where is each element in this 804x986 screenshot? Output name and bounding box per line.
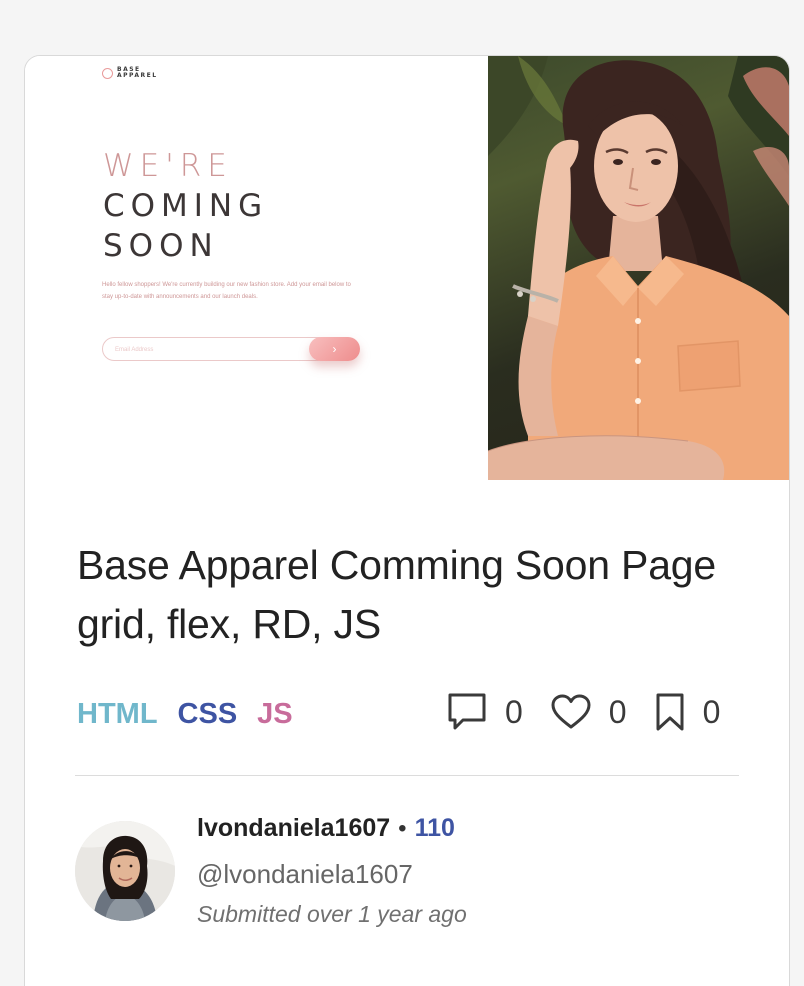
author-handle[interactable]: @lvondaniela1607 bbox=[197, 859, 413, 890]
preview-headline-line-2: COMING bbox=[103, 188, 269, 224]
author-name[interactable]: lvondaniela1607 bbox=[197, 814, 390, 843]
submitted-time: Submitted over 1 year ago bbox=[197, 901, 467, 927]
bookmarks-stat[interactable]: 0 bbox=[655, 692, 721, 732]
author-line: lvondaniela1607 • 110 bbox=[197, 814, 455, 843]
model-photo-illustration bbox=[488, 56, 789, 480]
likes-count: 0 bbox=[608, 693, 627, 730]
preview-email-form: Email Address › bbox=[102, 337, 360, 361]
divider bbox=[75, 775, 739, 776]
tag-css: CSS bbox=[177, 698, 238, 730]
bookmarks-count: 0 bbox=[702, 693, 721, 730]
likes-stat[interactable]: 0 bbox=[551, 694, 655, 731]
logo-ring-icon bbox=[102, 67, 113, 79]
author-separator: • bbox=[398, 814, 407, 842]
author-score: 110 bbox=[414, 814, 455, 842]
tag-html: HTML bbox=[77, 698, 158, 730]
preview-headline-line-3: SOON bbox=[103, 228, 219, 264]
preview-description: Hello fellow shoppers! We're currently b… bbox=[102, 282, 351, 300]
preview-model-photo bbox=[488, 56, 789, 480]
bookmark-icon bbox=[656, 693, 684, 731]
avatar[interactable] bbox=[75, 821, 175, 921]
preview-headline-line-1: WE'RE bbox=[103, 148, 233, 184]
solution-preview-image[interactable]: BASE APPAREL WE'RE COMING SOON Hello fel… bbox=[25, 56, 789, 480]
comments-stat[interactable]: 0 bbox=[447, 692, 551, 732]
comment-icon bbox=[448, 693, 486, 730]
solution-stats: 0 0 0 bbox=[447, 692, 720, 732]
tag-js: JS bbox=[257, 698, 293, 730]
preview-headline: WE'RE COMING SOON bbox=[103, 146, 268, 266]
preview-submit-button: › bbox=[309, 337, 360, 361]
preview-email-input: Email Address bbox=[102, 337, 342, 361]
language-tags: HTML CSS JS bbox=[77, 698, 293, 731]
preview-logo: BASE APPAREL bbox=[102, 67, 177, 79]
solution-title[interactable]: Base Apparel Comming Soon Page grid, fle… bbox=[77, 536, 717, 654]
solution-card: BASE APPAREL WE'RE COMING SOON Hello fel… bbox=[24, 55, 790, 986]
preview-logo-text: BASE APPAREL bbox=[117, 66, 158, 79]
avatar-photo bbox=[75, 821, 175, 921]
comments-count: 0 bbox=[505, 693, 523, 730]
heart-icon bbox=[551, 694, 591, 729]
